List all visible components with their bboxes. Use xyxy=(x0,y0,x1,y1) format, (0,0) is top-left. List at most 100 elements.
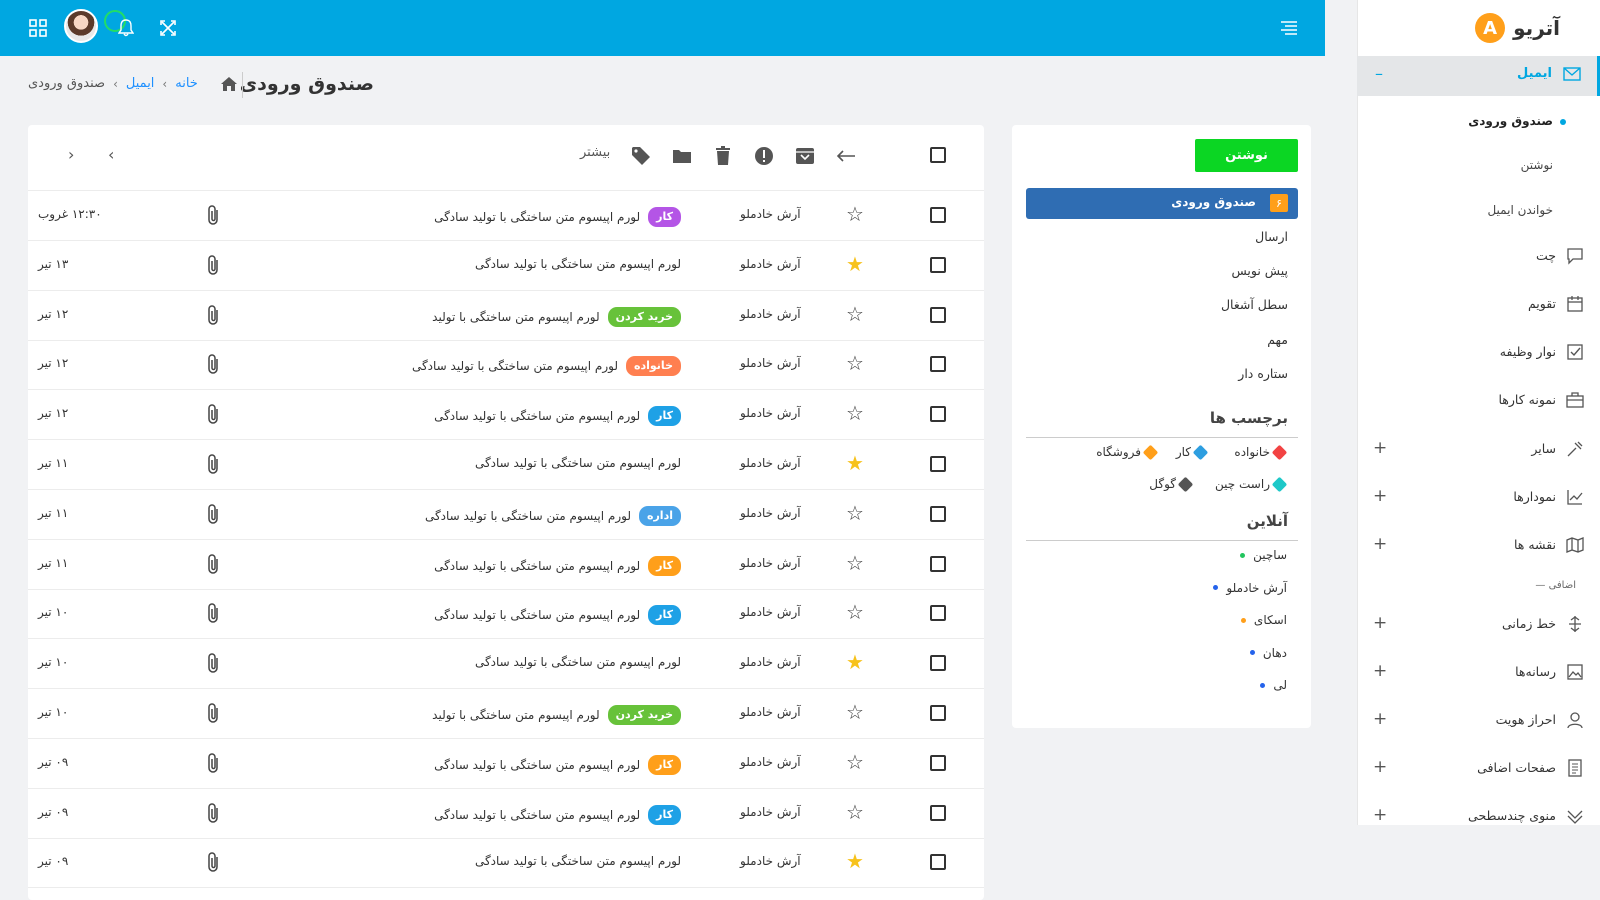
star-icon[interactable]: ☆ xyxy=(846,602,864,622)
folder-drafts[interactable]: پیش نویس xyxy=(1231,263,1288,278)
email-row[interactable]: ★ آرش خادملو لورم اپیسوم متن ساختگی با تول… xyxy=(28,838,984,889)
email-subject[interactable]: کار لورم اپیسوم متن ساختگی با تولید سادگی xyxy=(434,207,681,227)
sidebar-item-chat[interactable]: چت xyxy=(1357,242,1600,272)
email-subject[interactable]: کار لورم اپیسوم متن ساختگی با تولید سادگی xyxy=(434,555,681,576)
online-user[interactable]: آرش خادملو xyxy=(1213,581,1287,595)
email-subject[interactable]: کار لورم اپیسوم متن ساختگی با تولید سادگی xyxy=(434,406,681,427)
sidebar-item-extra-pages[interactable]: صفحات اضافی + xyxy=(1357,754,1600,784)
select-all-checkbox[interactable] xyxy=(930,147,946,163)
email-subject[interactable]: لورم اپیسوم متن ساختگی با تولید سادگی xyxy=(475,655,681,669)
tag-shop[interactable]: فروشگاه xyxy=(1096,444,1159,460)
star-icon[interactable]: ☆ xyxy=(846,752,864,772)
bell-icon[interactable] xyxy=(112,14,140,42)
folder-sent[interactable]: ارسال xyxy=(1255,229,1288,244)
star-icon[interactable]: ☆ xyxy=(846,204,864,224)
star-icon[interactable]: ☆ xyxy=(846,304,864,324)
email-row[interactable]: ★ آرش خادملو لورم اپیسوم متن ساختگی با تول… xyxy=(28,639,984,690)
email-checkbox[interactable] xyxy=(930,406,946,423)
star-icon[interactable]: ☆ xyxy=(846,802,864,822)
email-checkbox[interactable] xyxy=(930,705,946,721)
breadcrumb-email[interactable]: ایمیل xyxy=(126,76,155,91)
fullscreen-icon[interactable] xyxy=(154,14,182,42)
email-subject[interactable]: لورم اپیسوم متن ساختگی با تولید سادگی xyxy=(475,456,681,470)
star-filled-icon[interactable]: ★ xyxy=(846,652,864,672)
apps-grid-icon[interactable] xyxy=(24,14,52,42)
sidebar-item-multilevel[interactable]: منوی چندسطحی + xyxy=(1357,802,1600,832)
email-subject[interactable]: لورم اپیسوم متن ساختگی با تولید سادگی xyxy=(475,854,681,868)
user-avatar[interactable] xyxy=(64,9,98,43)
more-menu[interactable]: بیشتر xyxy=(580,145,610,160)
email-row[interactable]: ☆ آرش خادملو کار لورم اپیسوم متن ساختگی با … xyxy=(28,191,984,241)
email-row[interactable]: ☆ آرش خادملو کار لورم اپیسوم متن ساختگی با … xyxy=(28,540,984,590)
email-checkbox[interactable] xyxy=(930,306,946,323)
online-user[interactable]: لی xyxy=(1260,678,1287,692)
email-subject[interactable]: کار لورم اپیسوم متن ساختگی با تولید سادگی xyxy=(434,754,681,775)
email-checkbox[interactable] xyxy=(930,555,946,572)
email-row[interactable]: ★ آرش خادملو لورم اپیسوم متن ساختگی با تول… xyxy=(28,440,984,490)
sidebar-sub-inbox[interactable]: صندوق ورودی xyxy=(1468,114,1553,128)
email-row[interactable]: ☆ آرش خادملو خرید کردن لورم اپیسوم متن ساخت… xyxy=(28,689,984,739)
sidebar-item-email[interactable]: ایمیل – xyxy=(1357,56,1600,96)
email-row[interactable]: ★ آرش خادملو لورم اپیسوم متن ساختگی با تول… xyxy=(28,241,984,291)
sidebar-item-portfolio[interactable]: نمونه کارها xyxy=(1357,386,1600,416)
email-checkbox[interactable] xyxy=(930,456,946,472)
email-row[interactable]: ☆ آرش خادملو کار لورم اپیسوم متن ساختگی با … xyxy=(28,589,984,640)
sidebar-item-auth[interactable]: احراز هویت + xyxy=(1357,706,1600,736)
reply-icon[interactable] xyxy=(834,144,858,168)
sidebar-item-media[interactable]: رسانه‌ها + xyxy=(1357,658,1600,688)
archive-icon[interactable] xyxy=(793,144,817,168)
email-row[interactable]: ☆ آرش خادملو اداره لورم اپیسوم متن ساختگی ب… xyxy=(28,490,984,540)
email-row[interactable]: ☆ آرش خادملو خانواده لورم اپیسوم متن ساختگی… xyxy=(28,340,984,391)
email-checkbox[interactable] xyxy=(930,754,946,771)
email-checkbox[interactable] xyxy=(930,356,946,373)
tag-google[interactable]: گوگل xyxy=(1149,476,1194,492)
sidebar-item-misc[interactable]: سایر + xyxy=(1357,435,1600,465)
online-user[interactable]: ساچین xyxy=(1240,548,1287,562)
sidebar-item-calendar[interactable]: تقویم xyxy=(1357,290,1600,320)
email-row[interactable]: ☆ آرش خادملو خرید کردن لورم اپیسوم متن ساخت… xyxy=(28,291,984,341)
email-row[interactable]: ☆ آرش خادملو کار لورم اپیسوم متن ساختگی با … xyxy=(28,390,984,441)
folder-starred[interactable]: ستاره دار xyxy=(1238,366,1288,381)
email-checkbox[interactable] xyxy=(930,804,946,821)
star-icon[interactable]: ☆ xyxy=(846,353,864,373)
tag-family[interactable]: خانواده xyxy=(1234,444,1288,460)
star-filled-icon[interactable]: ★ xyxy=(846,453,864,473)
sidebar-item-taskboard[interactable]: نوار وظیفه xyxy=(1357,338,1600,368)
star-icon[interactable]: ☆ xyxy=(846,503,864,523)
folder-important[interactable]: مهم xyxy=(1267,332,1288,347)
sidebar-sub-read[interactable]: خواندن ایمیل xyxy=(1487,203,1553,217)
email-subject[interactable]: خرید کردن لورم اپیسوم متن ساختگی با تولید xyxy=(432,705,681,725)
sidebar-sub-compose[interactable]: نوشتن xyxy=(1521,158,1553,172)
online-user[interactable]: دهان xyxy=(1249,646,1287,660)
sidebar-item-maps[interactable]: نقشه ها + xyxy=(1357,531,1600,561)
spam-icon[interactable] xyxy=(752,144,776,168)
email-checkbox[interactable] xyxy=(930,605,946,622)
email-subject[interactable]: کار لورم اپیسوم متن ساختگی با تولید سادگی xyxy=(434,605,681,626)
folder-inbox[interactable]: ۶ صندوق ورودی xyxy=(1026,188,1298,219)
email-subject[interactable]: خانواده لورم اپیسوم متن ساختگی با تولید س… xyxy=(412,356,681,377)
email-checkbox[interactable] xyxy=(930,854,946,871)
home-icon[interactable] xyxy=(220,76,238,96)
email-checkbox[interactable] xyxy=(930,655,946,672)
star-icon[interactable]: ☆ xyxy=(846,403,864,423)
email-subject[interactable]: اداره لورم اپیسوم متن ساختگی با تولید ساد… xyxy=(425,505,681,526)
star-filled-icon[interactable]: ★ xyxy=(846,851,864,871)
folder-icon[interactable] xyxy=(670,144,694,168)
email-row[interactable]: ☆ آرش خادملو کار لورم اپیسوم متن ساختگی با … xyxy=(28,739,984,789)
sidebar-item-timeline[interactable]: خط زمانی + xyxy=(1357,610,1600,640)
breadcrumb-home[interactable]: خانه xyxy=(175,76,198,91)
tag-work[interactable]: کار xyxy=(1176,444,1209,460)
compose-button[interactable]: نوشتن xyxy=(1195,139,1298,172)
email-subject[interactable]: کار لورم اپیسوم متن ساختگی با تولید سادگی xyxy=(434,804,681,825)
email-subject[interactable]: خرید کردن لورم اپیسوم متن ساختگی با تولید xyxy=(432,306,681,327)
folder-trash[interactable]: سطل آشغال xyxy=(1221,297,1288,312)
email-checkbox[interactable] xyxy=(930,505,946,522)
email-checkbox[interactable] xyxy=(930,256,946,273)
next-page-icon[interactable]: › xyxy=(108,145,114,164)
star-filled-icon[interactable]: ★ xyxy=(846,254,864,274)
email-checkbox[interactable] xyxy=(930,207,946,223)
tag-rtl[interactable]: راست چین xyxy=(1215,476,1288,492)
email-subject[interactable]: لورم اپیسوم متن ساختگی با تولید سادگی xyxy=(475,257,681,271)
star-icon[interactable]: ☆ xyxy=(846,702,864,722)
logo[interactable]: آتریو A xyxy=(1475,13,1560,43)
